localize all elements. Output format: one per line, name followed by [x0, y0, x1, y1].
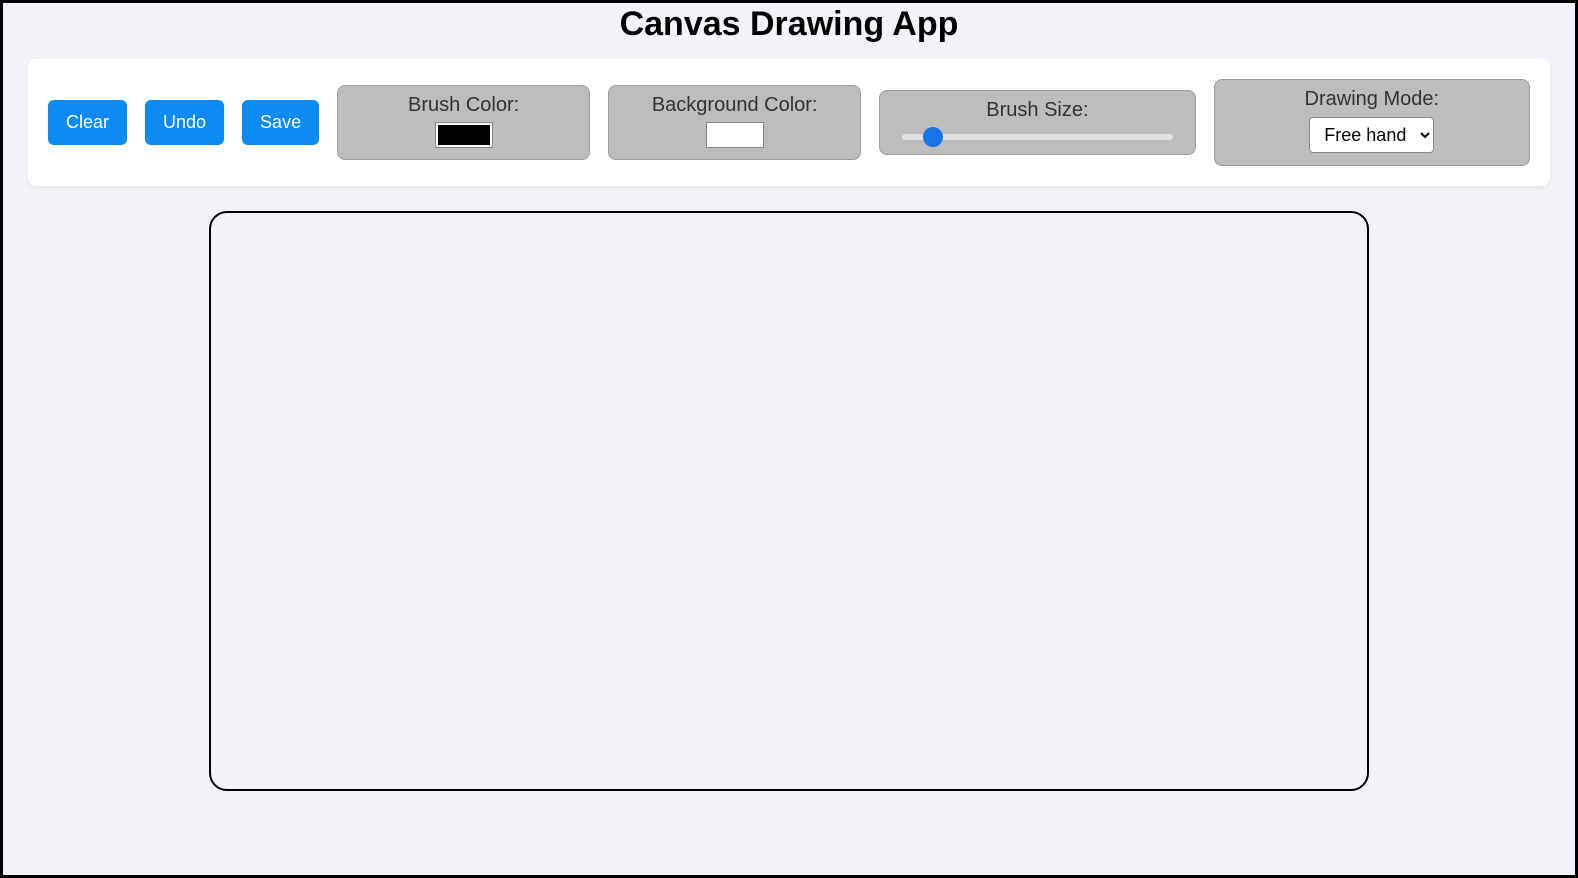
background-color-input[interactable]: [707, 123, 763, 147]
brush-color-panel: Brush Color:: [337, 85, 590, 160]
toolbar: Clear Undo Save Brush Color: Background …: [28, 59, 1550, 186]
undo-button[interactable]: Undo: [145, 100, 224, 145]
background-color-panel: Background Color:: [608, 85, 861, 160]
drawing-mode-panel: Drawing Mode: Free hand: [1214, 79, 1530, 166]
drawing-mode-label: Drawing Mode:: [1305, 88, 1440, 111]
drawing-mode-select[interactable]: Free hand: [1309, 117, 1434, 153]
save-button[interactable]: Save: [242, 100, 319, 145]
brush-color-label: Brush Color:: [408, 94, 519, 117]
brush-size-slider[interactable]: [902, 134, 1172, 140]
page-title: Canvas Drawing App: [13, 3, 1565, 44]
drawing-canvas[interactable]: [209, 211, 1369, 791]
brush-size-label: Brush Size:: [986, 99, 1088, 122]
clear-button[interactable]: Clear: [48, 100, 127, 145]
background-color-label: Background Color:: [652, 94, 818, 117]
brush-color-input[interactable]: [436, 123, 492, 147]
brush-size-panel: Brush Size:: [879, 90, 1195, 155]
